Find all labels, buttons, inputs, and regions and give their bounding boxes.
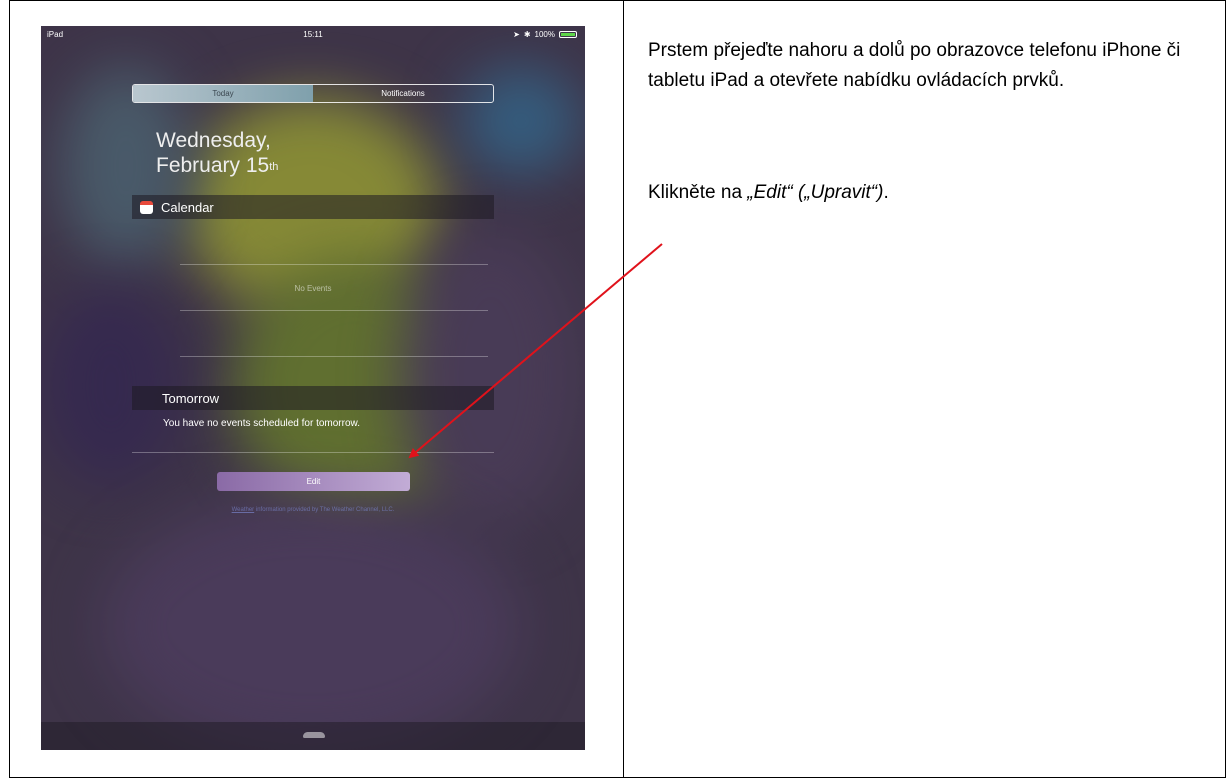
arrow-line (408, 243, 663, 459)
red-arrow (408, 243, 663, 459)
